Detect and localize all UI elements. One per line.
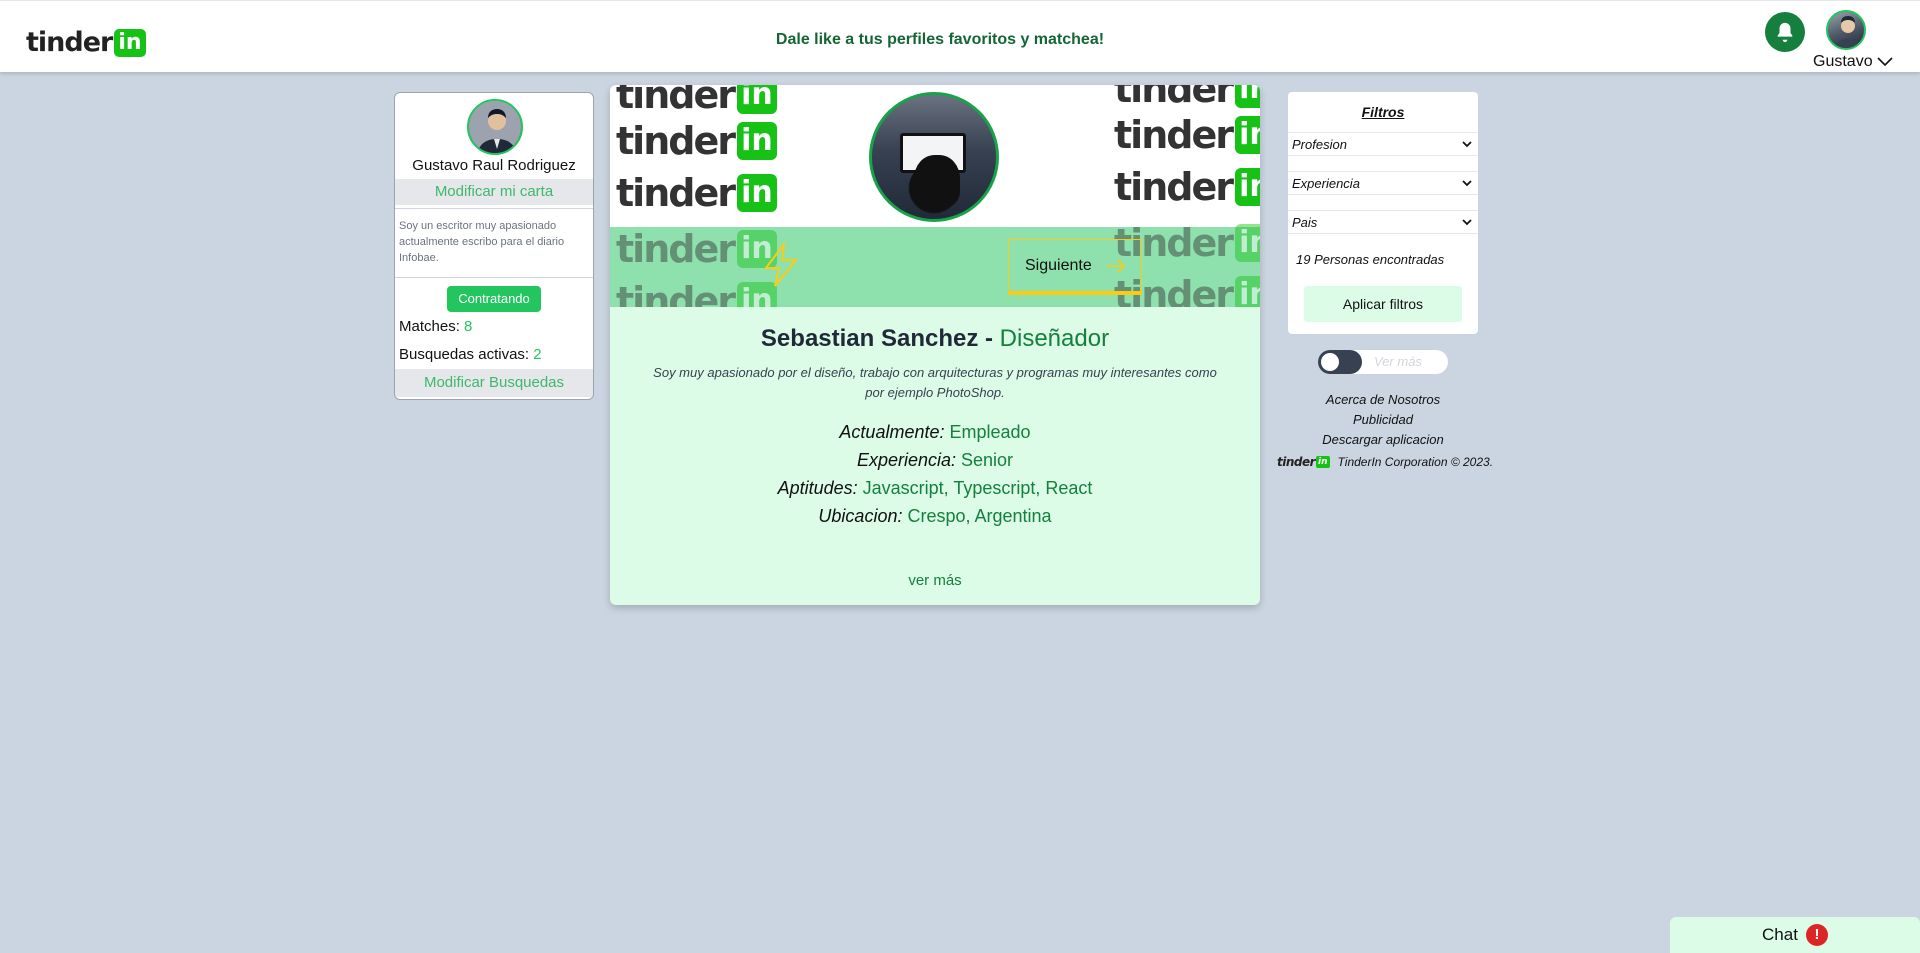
notifications-bell-icon[interactable]	[1765, 12, 1805, 52]
profile-name: Gustavo Raul Rodriguez	[412, 157, 576, 174]
profile-bio: Soy un escritor muy apasionado actualmen…	[399, 220, 565, 264]
detail-row: Experiencia: Senior	[610, 450, 1260, 471]
candidate-name: Sebastian Sanchez -	[760, 325, 993, 352]
watermark-logo: tinderin	[1114, 165, 1260, 209]
header-tagline: Dale like a tus perfiles favoritos y mat…	[775, 31, 1105, 48]
download-app-link[interactable]: Descargar aplicacion	[1288, 432, 1478, 447]
chat-label: Chat	[1762, 925, 1798, 944]
active-searches-label: Busquedas activas:	[399, 346, 530, 363]
detail-label: Experiencia:	[856, 450, 956, 470]
experience-select-value: Experiencia	[1292, 175, 1360, 191]
top-navbar: tinder in Dale like a tus perfiles favor…	[0, 0, 1920, 72]
matches-stat: Matches: 8	[399, 318, 472, 335]
results-count: 19 Personas encontradas	[1296, 252, 1445, 267]
watermark-logo: tinderin	[616, 119, 777, 163]
watermark-logo: tinderin	[616, 227, 777, 271]
card-banner: tinder in tinder in tinder in tinder in tind…	[610, 85, 1260, 307]
user-avatar[interactable]	[1826, 10, 1866, 50]
profile-avatar	[467, 99, 523, 155]
detail-label: Ubicacion:	[818, 506, 903, 526]
candidate-role: Diseñador	[999, 325, 1110, 352]
candidate-title: Sebastian Sanchez - Diseñador	[610, 325, 1260, 353]
footer-copyright: tinder in TinderIn Corporation © 2023.	[1277, 455, 1493, 469]
divider	[395, 208, 593, 209]
detail-label: Aptitudes:	[777, 478, 858, 498]
detail-label: Actualmente:	[839, 422, 945, 442]
filters-panel: Filtros Profesion Experiencia Pais 19 Pe…	[1288, 92, 1478, 334]
toggle-switch[interactable]	[1318, 350, 1362, 374]
see-more-toggle[interactable]: Ver más	[1318, 350, 1448, 374]
ads-link[interactable]: Publicidad	[1288, 412, 1478, 427]
country-select[interactable]: Pais	[1288, 210, 1478, 234]
footer-logo-text: tinder	[1277, 455, 1316, 469]
matches-count: 8	[464, 318, 473, 335]
matches-label: Matches:	[399, 318, 460, 335]
divider	[395, 277, 593, 278]
candidate-card: tinder in tinder in tinder in tinder in tind…	[610, 85, 1260, 605]
chevron-down-icon	[1462, 180, 1472, 187]
candidate-photo	[869, 92, 999, 222]
footer-logo: tinder in	[1277, 455, 1330, 469]
filters-title: Filtros	[1361, 104, 1405, 120]
next-button[interactable]: Siguiente	[1008, 239, 1142, 295]
footer-logo-badge: in	[1316, 456, 1330, 468]
copyright-text: TinderIn Corporation © 2023.	[1337, 455, 1494, 469]
candidate-description: Soy muy apasionado por el diseño, trabaj…	[653, 365, 1217, 400]
photo-person	[914, 155, 960, 207]
watermark-logo: tinderin	[1114, 113, 1260, 157]
toggle-label: Ver más	[1374, 354, 1422, 369]
detail-value: Javascript, Typescript, React	[862, 478, 1093, 498]
profession-select-value: Profesion	[1292, 136, 1347, 152]
chevron-down-icon	[1462, 141, 1472, 148]
chevron-down-icon	[1462, 219, 1472, 226]
modify-card-button[interactable]: Modificar mi carta	[395, 179, 593, 205]
detail-value: Senior	[961, 450, 1014, 470]
watermark-logo: tinderin	[616, 279, 777, 307]
see-more-link[interactable]: ver más	[610, 572, 1260, 589]
chat-alert-badge: !	[1805, 924, 1828, 946]
apply-filters-button[interactable]: Aplicar filtros	[1304, 286, 1462, 322]
toggle-knob	[1321, 353, 1339, 371]
about-link[interactable]: Acerca de Nosotros	[1288, 392, 1478, 407]
detail-row: Ubicacion: Crespo, Argentina	[610, 506, 1260, 527]
next-button-label: Siguiente	[1025, 256, 1092, 274]
lightning-icon[interactable]	[760, 240, 802, 293]
detail-row: Aptitudes: Javascript, Typescript, React	[610, 478, 1260, 499]
watermark-logo: tinderin	[1114, 85, 1260, 111]
detail-value: Empleado	[949, 422, 1031, 442]
watermark-logo: tinderin	[616, 171, 777, 215]
chevron-down-icon	[1877, 57, 1893, 67]
active-searches-stat: Busquedas activas: 2	[399, 346, 542, 363]
detail-value: Crespo, Argentina	[907, 506, 1052, 526]
status-badge[interactable]: Contratando	[447, 286, 541, 312]
detail-row: Actualmente: Empleado	[610, 422, 1260, 443]
watermark-logo: tinderin	[616, 85, 777, 117]
arrow-right-icon	[1106, 258, 1125, 273]
experience-select[interactable]: Experiencia	[1288, 171, 1478, 195]
chat-button[interactable]: Chat !	[1670, 917, 1920, 953]
user-menu[interactable]: Gustavo	[1813, 53, 1893, 71]
profession-select[interactable]: Profesion	[1288, 132, 1478, 156]
country-select-value: Pais	[1292, 214, 1318, 230]
modify-searches-button[interactable]: Modificar Busquedas	[395, 369, 593, 397]
active-searches-count: 2	[533, 346, 542, 363]
my-profile-card: Gustavo Raul Rodriguez Modificar mi cart…	[394, 92, 594, 400]
user-name-label: Gustavo	[1813, 53, 1873, 70]
